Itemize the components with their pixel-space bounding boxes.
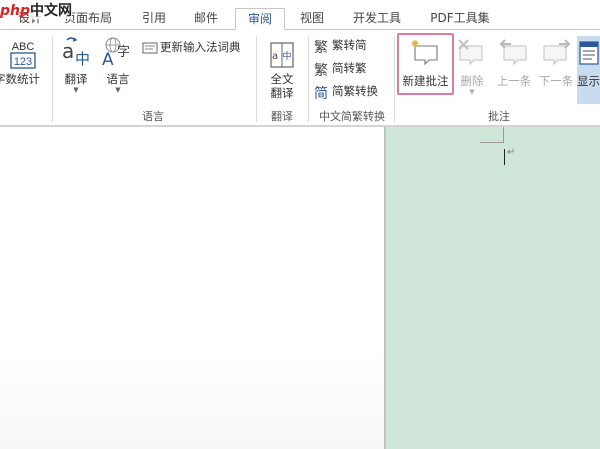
svg-text:繁: 繁	[314, 63, 328, 77]
svg-text:中: 中	[283, 50, 292, 62]
tab-developer[interactable]: 开发工具	[344, 8, 410, 30]
simplified-to-traditional-icon: 繁	[314, 63, 328, 79]
full-text-translate-button[interactable]: a 中 全文 翻译	[260, 40, 304, 100]
corner-mark-vertical	[503, 127, 504, 143]
corner-mark-horizontal	[480, 142, 504, 143]
delete-comment-label: 删除	[460, 74, 484, 88]
delete-comment-icon	[458, 39, 483, 66]
group-separator	[256, 36, 257, 122]
chinese-conversion-label: 简繁转换	[332, 84, 378, 98]
svg-text:a: a	[272, 51, 278, 62]
group-separator	[52, 36, 53, 122]
group-separator	[394, 36, 395, 122]
update-ime-dictionary-label: 更新输入法词典	[160, 40, 241, 54]
language-label: 语言	[106, 72, 130, 86]
new-comment-icon	[411, 40, 438, 66]
traditional-to-simplified-button[interactable]: 繁 繁转简	[314, 36, 367, 56]
full-text-translate-label-line2: 翻译	[270, 86, 294, 100]
paragraph-mark: ↵	[507, 147, 516, 158]
new-comment-button[interactable]: 新建批注	[397, 38, 454, 88]
simplified-to-traditional-label: 简转繁	[332, 61, 367, 75]
comment-margin-pane	[384, 127, 600, 449]
word-count-icon-top-text: ABC	[12, 41, 35, 53]
chinese-conversion-button[interactable]: 简 简繁转换	[314, 82, 378, 102]
previous-comment-label: 上一条	[496, 74, 532, 88]
next-comment-label: 下一条	[538, 74, 574, 88]
tab-references[interactable]: 引用	[134, 8, 174, 30]
chinese-conversion-group-label: 中文简繁转换	[319, 110, 385, 123]
tab-view[interactable]: 视图	[292, 8, 332, 30]
word-count-icon: ABC 123	[10, 41, 36, 69]
watermark-name: 中文网	[30, 3, 73, 19]
traditional-to-simplified-icon: 繁	[314, 40, 328, 56]
comments-group-label: 批注	[488, 110, 510, 123]
translate-icon: a 中	[62, 37, 90, 68]
show-comments-button[interactable]: 显示	[577, 38, 600, 88]
translate-label: 翻译	[64, 72, 88, 86]
word-count-icon-bottom-text: 123	[14, 56, 32, 68]
document-area	[0, 127, 600, 449]
simplified-to-traditional-button[interactable]: 繁 简转繁	[314, 59, 367, 79]
language-group-label: 语言	[142, 110, 164, 123]
translate-dropdown-arrow: ▼	[73, 86, 79, 94]
svg-text:字: 字	[117, 45, 130, 60]
full-text-translate-label-line1: 全文	[270, 72, 294, 86]
dictionary-icon	[142, 42, 158, 53]
language-globe-icon: A 字	[102, 37, 130, 68]
show-comments-label: 显示	[577, 74, 600, 88]
tab-pdf-tools[interactable]: PDF工具集	[424, 8, 496, 30]
word-count-label: 字数统计	[0, 72, 40, 86]
language-button[interactable]: A 字 语言 ▼	[98, 36, 138, 94]
full-text-translate-icon: a 中	[270, 42, 294, 68]
tab-mailings[interactable]: 邮件	[186, 8, 226, 30]
previous-comment-button[interactable]: 上一条	[494, 38, 534, 88]
document-page[interactable]	[0, 127, 384, 449]
next-comment-button[interactable]: 下一条	[536, 38, 576, 88]
update-ime-dictionary-button[interactable]: 更新输入法词典	[142, 38, 241, 58]
translate-group-label: 翻译	[271, 110, 293, 123]
svg-text:简: 简	[314, 85, 328, 100]
translate-button[interactable]: a 中 翻译 ▼	[56, 36, 96, 94]
traditional-to-simplified-label: 繁转简	[332, 38, 367, 52]
show-comments-icon	[579, 41, 599, 65]
ribbon-tab-bar: php中文网 设计 页面布局 引用 邮件 审阅 视图 开发工具 PDF工具集	[0, 0, 600, 30]
ribbon-review-panel: ABC 123 字数统计 a 中 翻译 ▼ A	[0, 29, 600, 125]
watermark-brand: php	[0, 3, 31, 19]
word-window: php中文网 设计 页面布局 引用 邮件 审阅 视图 开发工具 PDF工具集 A…	[0, 0, 600, 449]
new-comment-label: 新建批注	[402, 74, 449, 88]
svg-text:繁: 繁	[314, 40, 328, 54]
svg-text:A: A	[102, 50, 114, 68]
delete-comment-button[interactable]: 删除 ▼	[456, 38, 488, 96]
next-comment-icon	[543, 39, 571, 66]
text-cursor	[504, 149, 505, 165]
delete-dropdown-arrow: ▼	[469, 88, 475, 96]
svg-text:a: a	[62, 39, 74, 63]
svg-text:中: 中	[75, 50, 90, 68]
tab-review[interactable]: 审阅	[235, 8, 285, 30]
chinese-conversion-icon: 简	[314, 85, 328, 102]
language-dropdown-arrow: ▼	[115, 86, 121, 94]
watermark-logo: php中文网	[0, 2, 73, 22]
word-count-button[interactable]: ABC 123 字数统计	[0, 38, 46, 86]
previous-comment-icon	[499, 39, 527, 66]
